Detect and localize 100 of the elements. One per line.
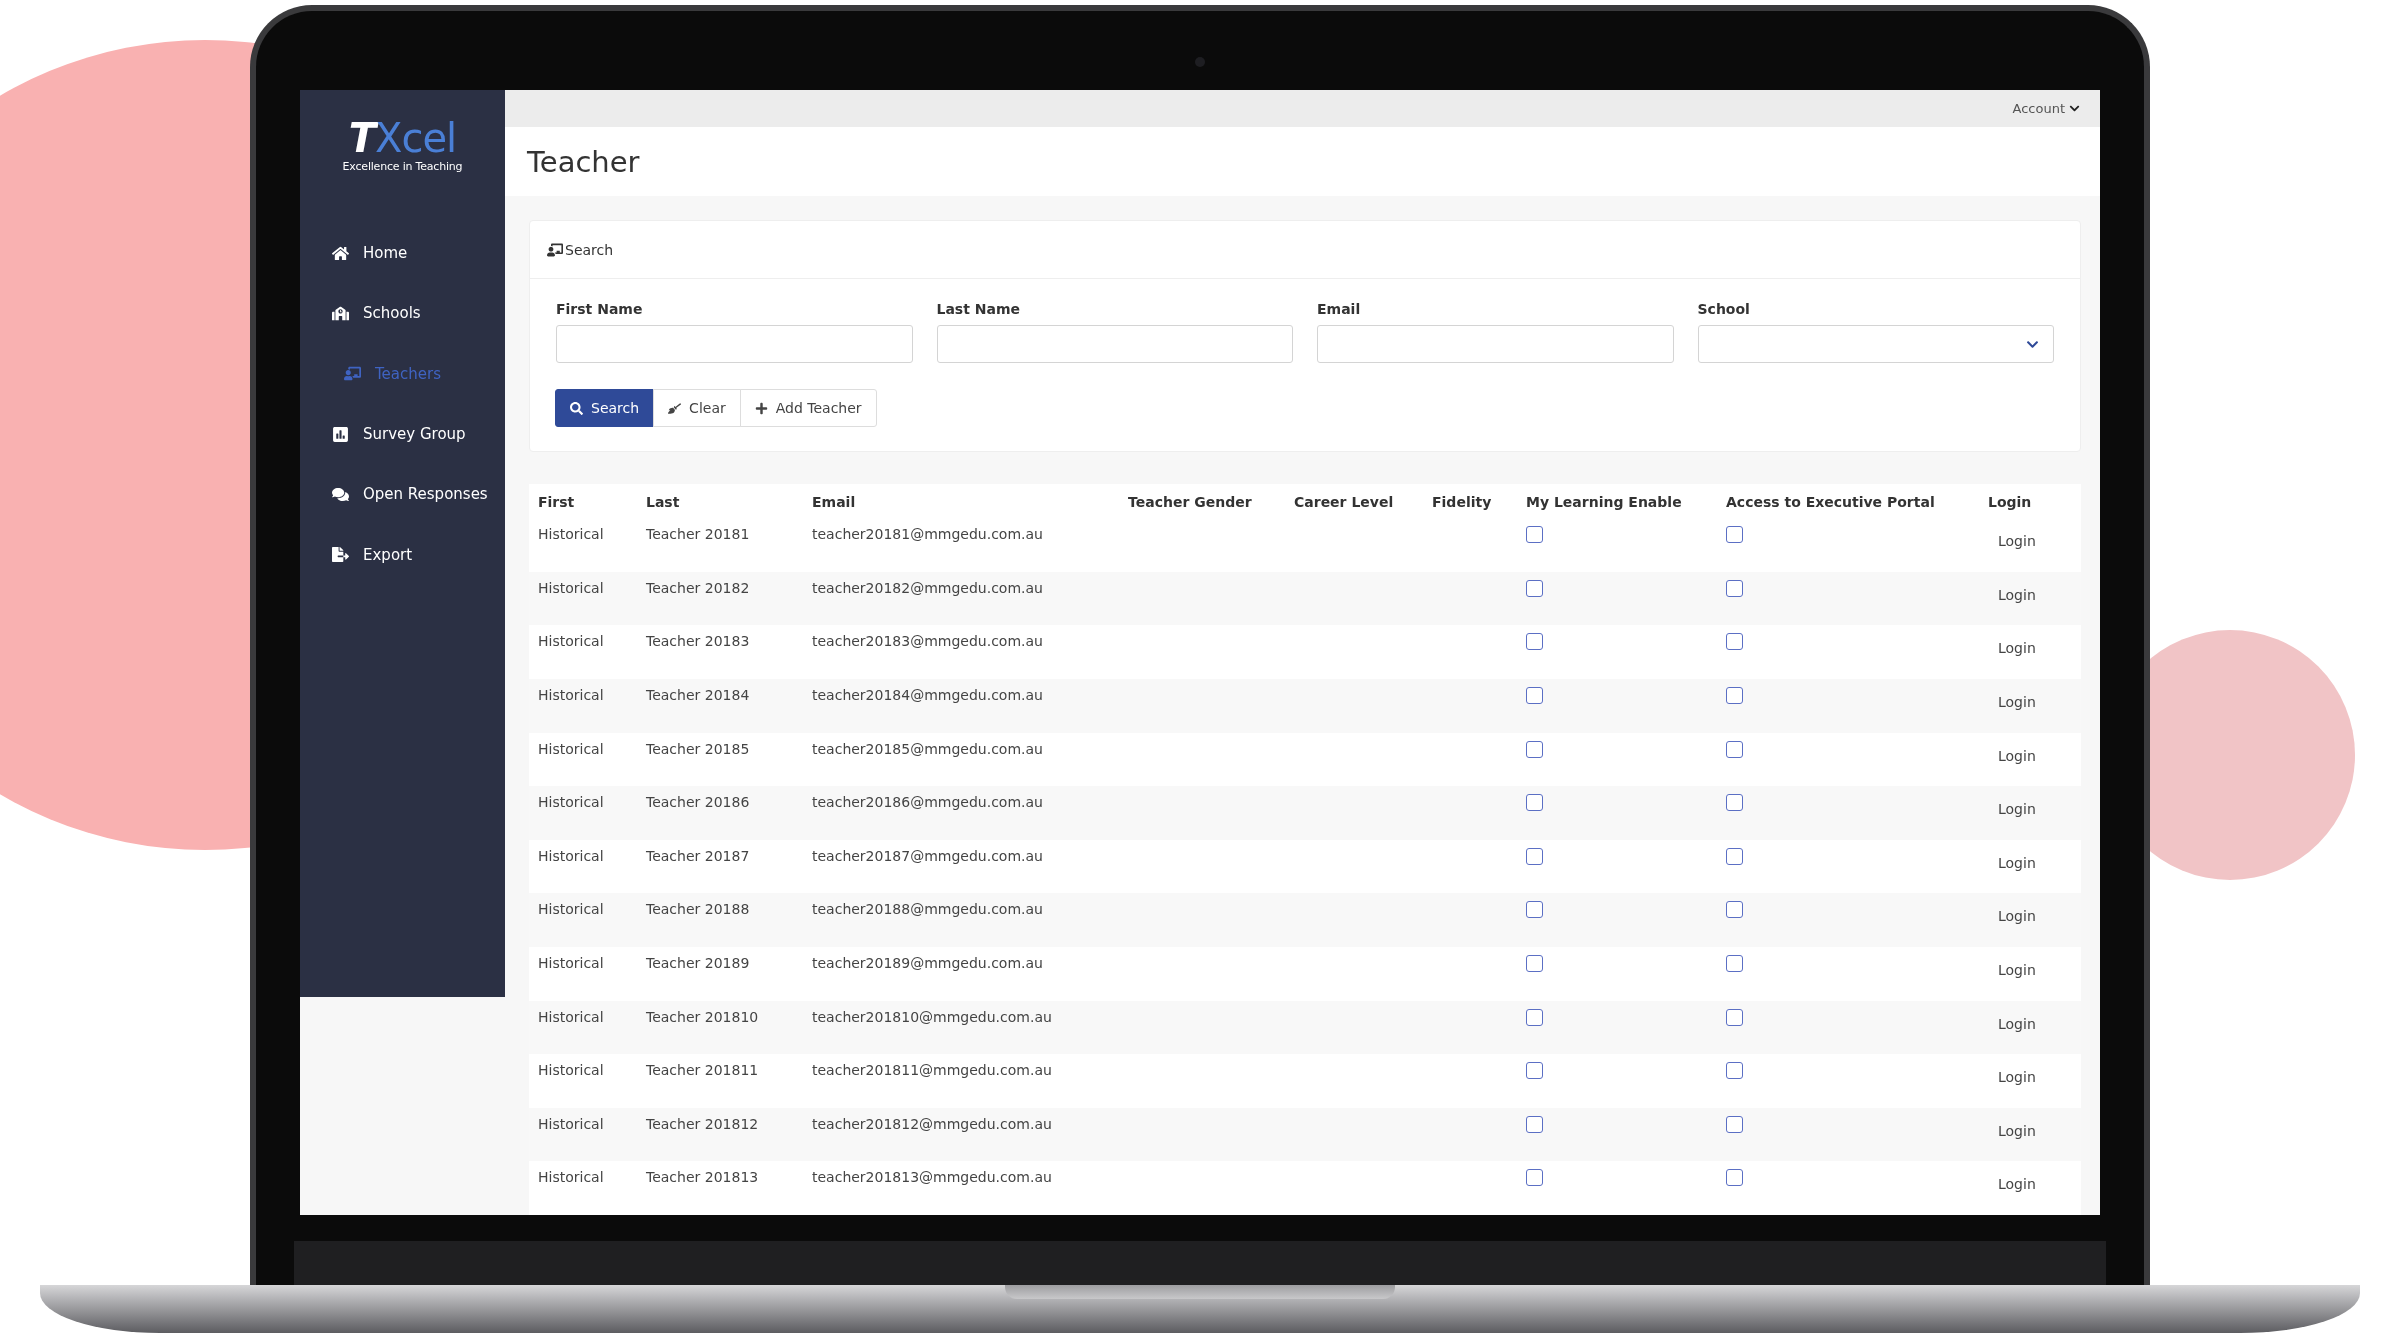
- table-cell: teacher201813@mmgedu.com.au: [803, 1161, 1119, 1215]
- table-cell: Teacher 20188: [637, 893, 803, 948]
- account-menu[interactable]: Account: [2012, 101, 2080, 117]
- table-cell: Teacher 20181: [637, 518, 803, 572]
- table-cell: teacher201811@mmgedu.com.au: [803, 1054, 1119, 1108]
- login-link[interactable]: Login: [1998, 1122, 2036, 1139]
- checkbox[interactable]: [1726, 955, 1743, 973]
- checkbox[interactable]: [1526, 847, 1543, 865]
- checkbox[interactable]: [1526, 687, 1543, 705]
- column-header: Fidelity: [1423, 484, 1517, 519]
- field-label: Email: [1317, 301, 1362, 318]
- table-cell: teacher201810@mmgedu.com.au: [803, 1000, 1119, 1055]
- teacher-board-icon: [547, 241, 563, 258]
- checkbox[interactable]: [1526, 526, 1543, 544]
- login-link[interactable]: Login: [1998, 908, 2036, 925]
- checkbox[interactable]: [1526, 794, 1543, 812]
- table-cell: Teacher 201813: [637, 1161, 803, 1215]
- checkbox[interactable]: [1526, 955, 1543, 973]
- checkbox[interactable]: [1726, 901, 1743, 919]
- clear-button[interactable]: Clear: [653, 389, 741, 428]
- logo-tagline: Excellence in Teaching: [342, 160, 463, 173]
- search-icon: [570, 401, 583, 415]
- login-link[interactable]: Login: [1998, 854, 2036, 871]
- table-cell: teacher20189@mmgedu.com.au: [803, 947, 1119, 1001]
- checkbox[interactable]: [1726, 1115, 1743, 1133]
- checkbox[interactable]: [1726, 1008, 1743, 1026]
- chat-bubbles-icon: [332, 485, 349, 503]
- table-cell: teacher20184@mmgedu.com.au: [803, 679, 1119, 733]
- checkbox[interactable]: [1526, 1115, 1543, 1133]
- table-cell: Historical: [529, 732, 637, 787]
- column-header: My Learning Enable: [1517, 484, 1717, 519]
- checkbox[interactable]: [1726, 794, 1743, 812]
- table-cell: Historical: [529, 1107, 637, 1162]
- login-link[interactable]: Login: [1998, 533, 2036, 550]
- table-cell: Teacher 201811: [637, 1054, 803, 1108]
- table-cell: Historical: [529, 571, 637, 626]
- checkbox[interactable]: [1726, 740, 1743, 758]
- checkbox[interactable]: [1726, 1062, 1743, 1080]
- plus-icon: [754, 401, 768, 415]
- login-link[interactable]: Login: [1998, 694, 2036, 711]
- table-cell: Historical: [529, 1161, 637, 1215]
- column-header: Last: [637, 484, 803, 519]
- sidebar-item[interactable]: Home: [300, 223, 505, 284]
- table-cell: Teacher 201810: [637, 1000, 803, 1055]
- column-header: Login: [1979, 484, 2081, 519]
- checkbox[interactable]: [1526, 1062, 1543, 1080]
- table-cell: teacher20186@mmgedu.com.au: [803, 786, 1119, 840]
- login-link[interactable]: Login: [1998, 1176, 2036, 1193]
- login-link[interactable]: Login: [1998, 801, 2036, 818]
- table-cell: teacher20181@mmgedu.com.au: [803, 518, 1119, 572]
- column-header: Teacher Gender: [1119, 484, 1285, 519]
- table-cell: Historical: [529, 518, 637, 572]
- table-cell: Historical: [529, 1000, 637, 1055]
- input-field[interactable]: [936, 325, 1293, 364]
- search-button[interactable]: Search: [555, 389, 655, 428]
- sidebar-item[interactable]: Survey Group: [300, 403, 505, 465]
- table-cell: teacher20188@mmgedu.com.au: [803, 893, 1119, 948]
- file-export-icon: [332, 546, 349, 564]
- column-header: Access to Executive Portal: [1717, 484, 1979, 519]
- table-cell: Historical: [529, 679, 637, 733]
- login-link[interactable]: Login: [1998, 1069, 2036, 1086]
- table-cell: Historical: [529, 1054, 637, 1108]
- column-header: Email: [803, 484, 1119, 519]
- checkbox[interactable]: [1526, 633, 1543, 651]
- checkbox[interactable]: [1526, 1008, 1543, 1026]
- checkbox[interactable]: [1526, 740, 1543, 758]
- checkbox[interactable]: [1726, 633, 1743, 651]
- sidebar-item[interactable]: Export: [300, 524, 505, 585]
- table-cell: teacher20182@mmgedu.com.au: [803, 571, 1119, 626]
- school-icon: [332, 304, 349, 322]
- checkbox[interactable]: [1726, 579, 1743, 597]
- checkbox[interactable]: [1526, 579, 1543, 597]
- add-button[interactable]: Add Teacher: [739, 389, 877, 428]
- sidebar-item[interactable]: Open Responses: [300, 464, 505, 525]
- checkbox[interactable]: [1726, 526, 1743, 544]
- input-field[interactable]: [1317, 325, 1674, 364]
- login-link[interactable]: Login: [1998, 586, 2036, 603]
- input-field[interactable]: [556, 325, 913, 364]
- checkbox[interactable]: [1726, 847, 1743, 865]
- field-label: School: [1697, 301, 1751, 318]
- sidebar-item[interactable]: Schools: [300, 283, 505, 344]
- table-cell: Historical: [529, 625, 637, 680]
- table-cell: Teacher 20185: [637, 732, 803, 787]
- table-cell: teacher20187@mmgedu.com.au: [803, 839, 1119, 894]
- login-link[interactable]: Login: [1998, 640, 2036, 657]
- table-cell: Teacher 20184: [637, 679, 803, 733]
- field-label: First Name: [556, 301, 644, 318]
- card-title: Search: [565, 241, 614, 258]
- checkbox[interactable]: [1526, 1169, 1543, 1187]
- table-cell: Historical: [529, 839, 637, 894]
- checkbox[interactable]: [1526, 901, 1543, 919]
- login-link[interactable]: Login: [1998, 747, 2036, 764]
- table-cell: Teacher 20183: [637, 625, 803, 680]
- camera-icon: [1195, 57, 1205, 67]
- table-cell: Teacher 20182: [637, 571, 803, 626]
- checkbox[interactable]: [1726, 687, 1743, 705]
- login-link[interactable]: Login: [1998, 962, 2036, 979]
- table-cell: teacher20185@mmgedu.com.au: [803, 732, 1119, 787]
- login-link[interactable]: Login: [1998, 1015, 2036, 1032]
- checkbox[interactable]: [1726, 1169, 1743, 1187]
